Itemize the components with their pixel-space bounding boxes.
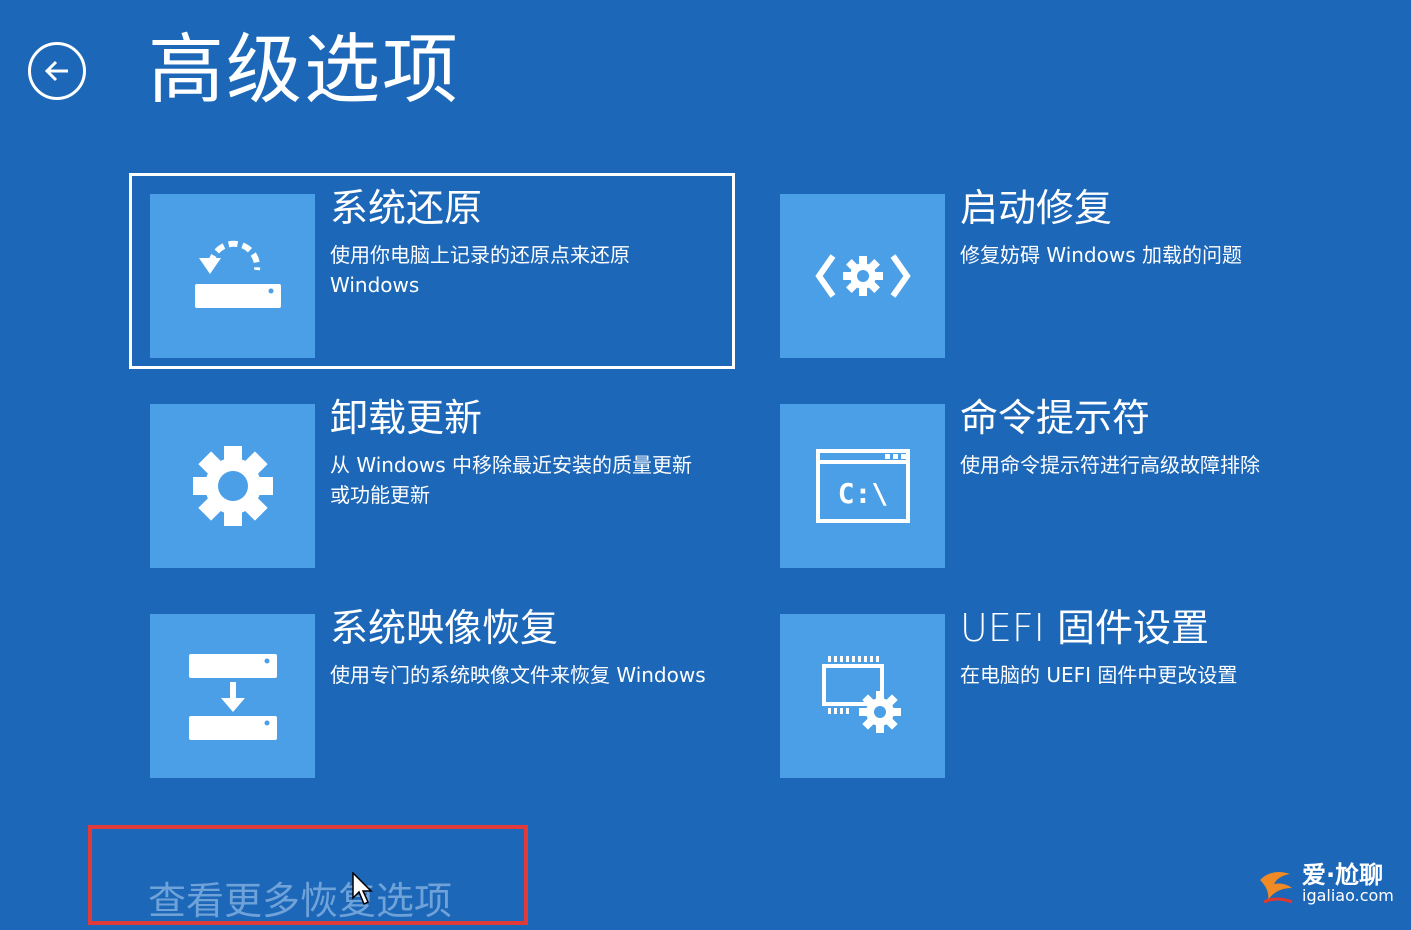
option-title: UEFI 固件设置 [960,606,1209,650]
mouse-cursor-icon [352,872,373,906]
option-icon-box [780,614,945,778]
option-icon-box [780,194,945,358]
option-icon-box [150,614,315,778]
option-system-image-recovery[interactable]: 系统映像恢复 使用专门的系统映像文件来恢复 Windows [132,596,732,786]
option-title: 卸载更新 [330,396,483,440]
option-icon-box: C:\ [780,404,945,568]
option-uninstall-updates[interactable]: 卸载更新 从 Windows 中移除最近安装的质量更新或功能更新 [132,386,732,576]
more-recovery-options-link[interactable]: 查看更多恢复选项 [148,870,452,925]
watermark-url: igaliao.com [1302,886,1394,906]
option-uefi-settings[interactable]: UEFI 固件设置 在电脑的 UEFI 固件中更改设置 [762,596,1362,786]
option-icon-box [150,194,315,358]
option-command-prompt[interactable]: C:\ 命令提示符 使用命令提示符进行高级故障排除 [762,386,1362,576]
image-recovery-icon [188,654,277,740]
restore-drive-icon [194,240,281,308]
watermark-logo-icon [1260,872,1293,904]
option-description: 使用你电脑上记录的还原点来还原 Windows [330,243,630,297]
back-arrow-icon [44,60,68,82]
option-title: 系统还原 [330,186,483,230]
option-description: 使用专门的系统映像文件来恢复 Windows [330,663,706,687]
option-icon-box [150,404,315,568]
watermark-title: 爱·尬聊 [1302,861,1384,889]
gear-icon [192,446,273,526]
chip-gear-icon [821,656,901,733]
option-description: 修复妨碍 Windows 加载的问题 [960,243,1242,267]
code-gear-icon [814,254,911,298]
page-title: 高级选项 [148,25,460,114]
option-system-restore[interactable]: 系统还原 使用你电脑上记录的还原点来还原 Windows [129,173,735,369]
option-title: 启动修复 [960,186,1113,230]
watermark: 爱·尬聊 igaliao.com [1256,862,1394,906]
option-description: 从 Windows 中移除最近安装的质量更新或功能更新 [330,453,692,507]
back-button[interactable] [28,42,86,100]
option-title: 命令提示符 [960,396,1151,440]
option-description: 使用命令提示符进行高级故障排除 [960,453,1260,477]
command-prompt-icon-text: C:\ [837,477,888,510]
option-title: 系统映像恢复 [330,606,559,650]
option-description: 在电脑的 UEFI 固件中更改设置 [960,663,1238,687]
option-startup-repair[interactable]: 启动修复 修复妨碍 Windows 加载的问题 [762,176,1362,366]
command-prompt-icon: C:\ [815,449,910,523]
